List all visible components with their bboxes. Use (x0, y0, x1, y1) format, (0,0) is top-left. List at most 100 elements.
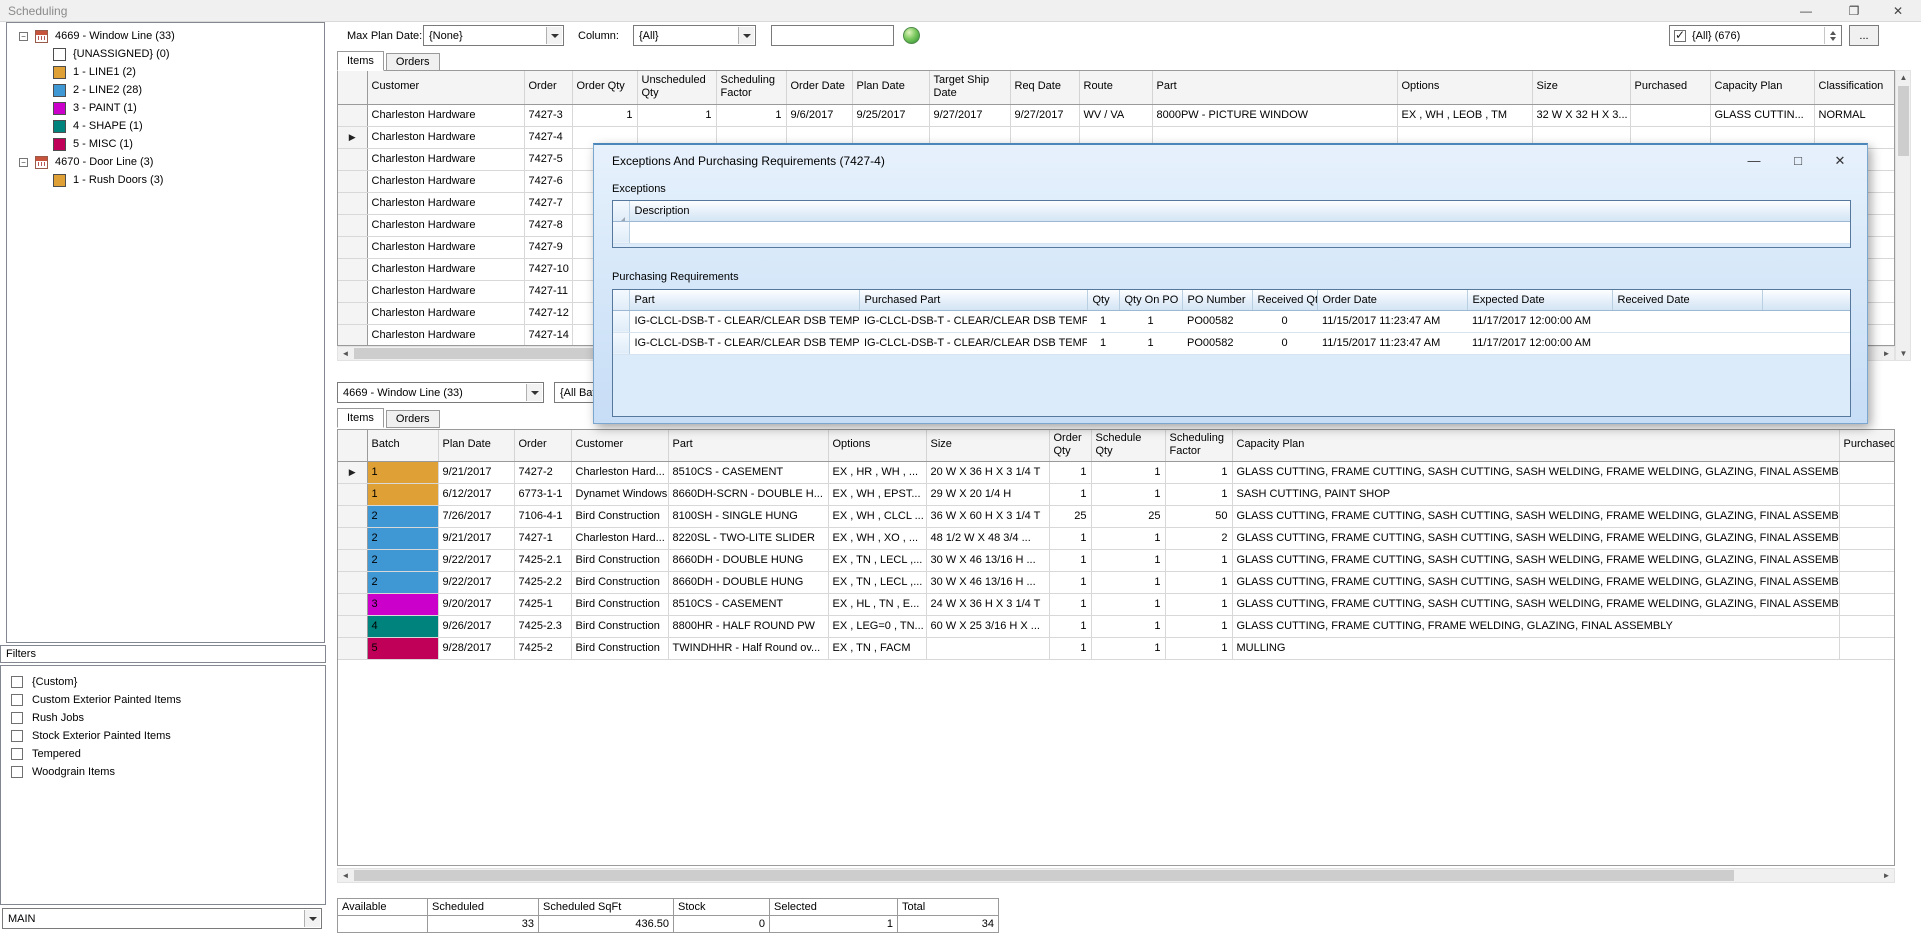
cell-capacity-plan[interactable]: GLASS CUTTIN... (1710, 104, 1814, 126)
cell-options[interactable]: EX , HR , WH , ... (828, 461, 926, 483)
column-combo[interactable]: {All} (633, 25, 756, 46)
cell-options[interactable]: EX , TN , FACM (828, 637, 926, 659)
column-header[interactable]: Order Date (1317, 290, 1467, 310)
cell-options[interactable]: EX , WH , XO , ... (828, 527, 926, 549)
row-indicator[interactable] (338, 104, 367, 126)
cell-capacity-plan[interactable]: GLASS CUTTING, FRAME CUTTING, SASH CUTTI… (1232, 527, 1839, 549)
cell-order[interactable]: 7425-2 (514, 637, 571, 659)
tab-orders[interactable]: Orders (386, 53, 440, 71)
column-header[interactable]: Received Qty (1252, 290, 1317, 310)
table-row[interactable]: 29/21/20177427-1Charleston Hard...8220SL… (338, 527, 1894, 549)
column-header[interactable]: Order Date (786, 71, 852, 104)
items-grid-vscrollbar[interactable]: ▲ ▼ (1895, 70, 1911, 361)
cell-part[interactable]: 8220SL - TWO-LITE SLIDER (668, 527, 828, 549)
tab-items[interactable]: Items (337, 408, 384, 428)
cell-schedule-qty[interactable]: 1 (1091, 637, 1165, 659)
table-row[interactable] (613, 221, 1850, 243)
cell-capacity-plan[interactable]: SASH CUTTING, PAINT SHOP (1232, 483, 1839, 505)
cell-purchased[interactable] (1839, 571, 1894, 593)
cell-plan-date[interactable]: 9/28/2017 (438, 637, 514, 659)
tree-item-row[interactable]: {UNASSIGNED} (0) (7, 45, 324, 63)
cell-received-qty[interactable]: 0 (1252, 310, 1317, 332)
row-indicator[interactable] (338, 571, 367, 593)
column-header[interactable]: Plan Date (438, 430, 514, 461)
cell-batch[interactable]: 2 (367, 571, 438, 593)
cell-batch[interactable]: 1 (367, 461, 438, 483)
cell-customer[interactable]: Charleston Hardware (367, 104, 524, 126)
cell-capacity-plan[interactable]: GLASS CUTTING, FRAME CUTTING, FRAME WELD… (1232, 615, 1839, 637)
cell-options[interactable]: EX , WH , CLCL ... (828, 505, 926, 527)
cell-customer[interactable]: Charleston Hardware (367, 192, 524, 214)
cell-plan-date[interactable]: 9/20/2017 (438, 593, 514, 615)
column-header[interactable]: Plan Date (852, 71, 929, 104)
max-plan-date-combo[interactable]: {None} (423, 25, 564, 46)
cell-batch[interactable]: 2 (367, 527, 438, 549)
table-row[interactable]: IG-CLCL-DSB-T - CLEAR/CLEAR DSB TEMPERED… (613, 332, 1850, 354)
cell-schedule-qty[interactable]: 1 (1091, 549, 1165, 571)
row-indicator[interactable] (338, 527, 367, 549)
cell-purchased-part[interactable]: IG-CLCL-DSB-T - CLEAR/CLEAR DSB TEMPERED (859, 310, 1087, 332)
cell-order[interactable]: 7427-4 (524, 126, 572, 148)
cell-size[interactable]: 36 W X 60 H X 3 1/4 T (926, 505, 1049, 527)
column-header[interactable]: Part (1152, 71, 1397, 104)
search-go-icon[interactable] (903, 27, 920, 44)
filter-checkbox[interactable] (11, 766, 23, 778)
tree-group-row[interactable]: −4669 - Window Line (33) (7, 27, 324, 45)
table-row[interactable]: 29/22/20177425-2.1Bird Construction8660D… (338, 549, 1894, 571)
cell-size[interactable]: 48 1/2 W X 48 3/4 ... (926, 527, 1049, 549)
filter-item[interactable]: Custom Exterior Painted Items (1, 691, 325, 709)
cell-scheduling-factor[interactable]: 1 (1165, 571, 1232, 593)
all-checkbox[interactable] (1674, 30, 1686, 42)
cell-received-date[interactable] (1612, 332, 1762, 354)
filter-checkbox[interactable] (11, 748, 23, 760)
cell-received-qty[interactable]: 0 (1252, 332, 1317, 354)
cell-scheduling-factor[interactable]: 1 (716, 104, 786, 126)
cell-order[interactable]: 7427-11 (524, 280, 572, 302)
row-indicator[interactable] (338, 302, 367, 324)
cell-order-qty[interactable]: 1 (1049, 593, 1091, 615)
row-indicator[interactable] (338, 236, 367, 258)
cell-po-number[interactable]: PO00582 (1182, 332, 1252, 354)
cell-part[interactable]: TWINDHHR - Half Round ov... (668, 637, 828, 659)
cell-order-date[interactable]: 9/6/2017 (786, 104, 852, 126)
cell-purchased[interactable] (1839, 549, 1894, 571)
column-header[interactable]: Target Ship Date (929, 71, 1010, 104)
column-header[interactable]: Purchased (1839, 430, 1894, 461)
cell-customer[interactable]: Charleston Hard... (571, 461, 668, 483)
tree-item-row[interactable]: 1 - Rush Doors (3) (7, 171, 324, 189)
row-indicator[interactable] (338, 192, 367, 214)
cell-capacity-plan[interactable]: GLASS CUTTING, FRAME CUTTING, SASH CUTTI… (1232, 593, 1839, 615)
cell-purchased-part[interactable]: IG-CLCL-DSB-T - CLEAR/CLEAR DSB TEMPERED (859, 332, 1087, 354)
row-indicator[interactable] (613, 310, 629, 332)
tab-items[interactable]: Items (337, 51, 384, 71)
collapse-icon[interactable]: − (19, 32, 28, 41)
column-header[interactable]: Route (1079, 71, 1152, 104)
table-row[interactable]: 29/22/20177425-2.2Bird Construction8660D… (338, 571, 1894, 593)
cell-size[interactable]: 30 W X 46 13/16 H ... (926, 571, 1049, 593)
row-indicator[interactable] (613, 221, 629, 243)
cell-options[interactable]: EX , LEG=0 , TN... (828, 615, 926, 637)
column-header[interactable]: Unscheduled Qty (637, 71, 716, 104)
cell-scheduling-factor[interactable]: 2 (1165, 527, 1232, 549)
window-close-icon[interactable]: ✕ (1883, 2, 1913, 20)
cell-customer[interactable]: Charleston Hardware (367, 126, 524, 148)
cell-part[interactable]: 8800HR - HALF ROUND PW (668, 615, 828, 637)
cell-options[interactable]: EX , WH , LEOB , TM (1397, 104, 1532, 126)
cell-customer[interactable]: Charleston Hardware (367, 324, 524, 346)
cell-schedule-qty[interactable]: 1 (1091, 593, 1165, 615)
cell-plan-date[interactable]: 9/22/2017 (438, 571, 514, 593)
row-indicator[interactable] (338, 324, 367, 346)
cell-batch[interactable]: 2 (367, 549, 438, 571)
scroll-right-icon[interactable]: ► (1879, 869, 1894, 882)
tree-item-row[interactable]: 3 - PAINT (1) (7, 99, 324, 117)
cell-order-qty[interactable]: 1 (1049, 549, 1091, 571)
row-indicator[interactable] (338, 483, 367, 505)
cell-scheduling-factor[interactable]: 1 (1165, 483, 1232, 505)
cell-part[interactable]: 8660DH - DOUBLE HUNG (668, 549, 828, 571)
cell-size[interactable]: 60 W X 25 3/16 H X ... (926, 615, 1049, 637)
column-header[interactable]: Customer (367, 71, 524, 104)
cell-order[interactable]: 7427-5 (524, 148, 572, 170)
table-row[interactable]: ▶19/21/20177427-2Charleston Hard...8510C… (338, 461, 1894, 483)
cell-part[interactable]: IG-CLCL-DSB-T - CLEAR/CLEAR DSB TEMPERED (629, 332, 859, 354)
chevron-down-icon[interactable] (526, 384, 542, 401)
